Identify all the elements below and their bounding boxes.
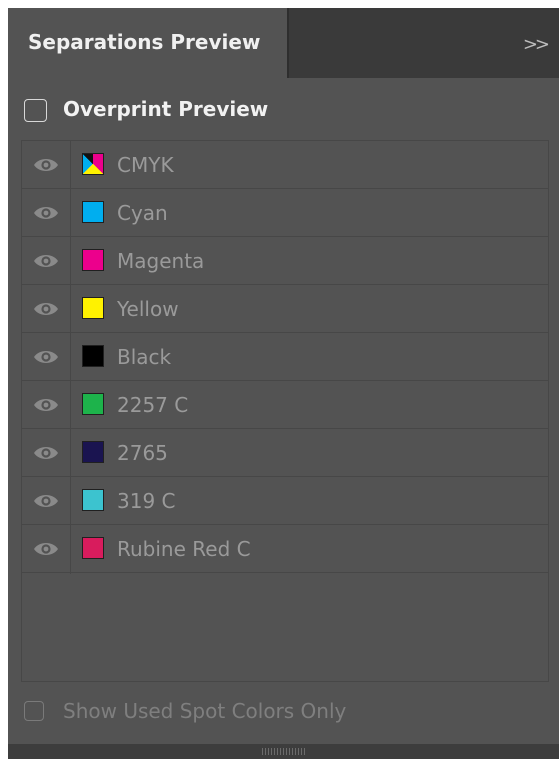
color-swatch — [82, 297, 104, 319]
panel-title: Separations Preview — [28, 30, 261, 54]
color-swatch — [82, 441, 104, 463]
eye-icon[interactable] — [33, 444, 59, 462]
eye-icon[interactable] — [33, 204, 59, 222]
eye-icon[interactable] — [33, 492, 59, 510]
separation-row[interactable]: 2765 — [22, 429, 548, 477]
separation-row[interactable]: Black — [22, 333, 548, 381]
separation-name: 319 C — [117, 489, 176, 513]
separation-name: Magenta — [117, 249, 205, 273]
separation-row[interactable]: Rubine Red C — [22, 525, 548, 573]
eye-icon[interactable] — [33, 348, 59, 366]
eye-icon[interactable] — [33, 540, 59, 558]
double-chevron-right-icon[interactable]: >> — [523, 34, 550, 55]
separation-row[interactable]: Magenta — [22, 237, 548, 285]
eye-icon[interactable] — [33, 300, 59, 318]
separations-list: CMYK Cyan Magenta Yellow Black 2257 C 2765 319 … — [21, 140, 549, 682]
color-swatch — [82, 249, 104, 271]
eye-icon[interactable] — [33, 156, 59, 174]
panel-resize-bar[interactable] — [8, 744, 559, 759]
separation-row[interactable]: Cyan — [22, 189, 548, 237]
cmyk-composite-swatch — [82, 153, 104, 175]
resize-grip-icon[interactable] — [262, 748, 306, 755]
separation-name: Cyan — [117, 201, 168, 225]
overprint-preview-checkbox[interactable] — [24, 99, 47, 122]
panel-tab-bar: Separations Preview >> — [8, 8, 559, 78]
separation-name: 2765 — [117, 441, 168, 465]
separation-name: Yellow — [117, 297, 179, 321]
color-swatch — [82, 345, 104, 367]
color-swatch — [82, 201, 104, 223]
tab-separations-preview[interactable]: Separations Preview — [8, 8, 289, 78]
separation-name: Black — [117, 345, 172, 369]
show-used-spot-colors-label[interactable]: Show Used Spot Colors Only — [63, 699, 346, 723]
color-swatch — [82, 393, 104, 415]
separation-name: Rubine Red C — [117, 537, 251, 561]
separation-name: 2257 C — [117, 393, 189, 417]
separation-row[interactable]: 319 C — [22, 477, 548, 525]
separation-name: CMYK — [117, 153, 174, 177]
show-used-spot-colors-checkbox[interactable] — [24, 701, 44, 721]
eye-icon[interactable] — [33, 396, 59, 414]
separation-row[interactable]: CMYK — [22, 141, 548, 189]
color-swatch — [82, 537, 104, 559]
eye-icon[interactable] — [33, 252, 59, 270]
separation-row[interactable]: 2257 C — [22, 381, 548, 429]
separation-row[interactable]: Yellow — [22, 285, 548, 333]
separations-preview-panel: Separations Preview >> Overprint Preview… — [8, 8, 559, 759]
overprint-preview-label[interactable]: Overprint Preview — [63, 97, 268, 121]
color-swatch — [82, 489, 104, 511]
